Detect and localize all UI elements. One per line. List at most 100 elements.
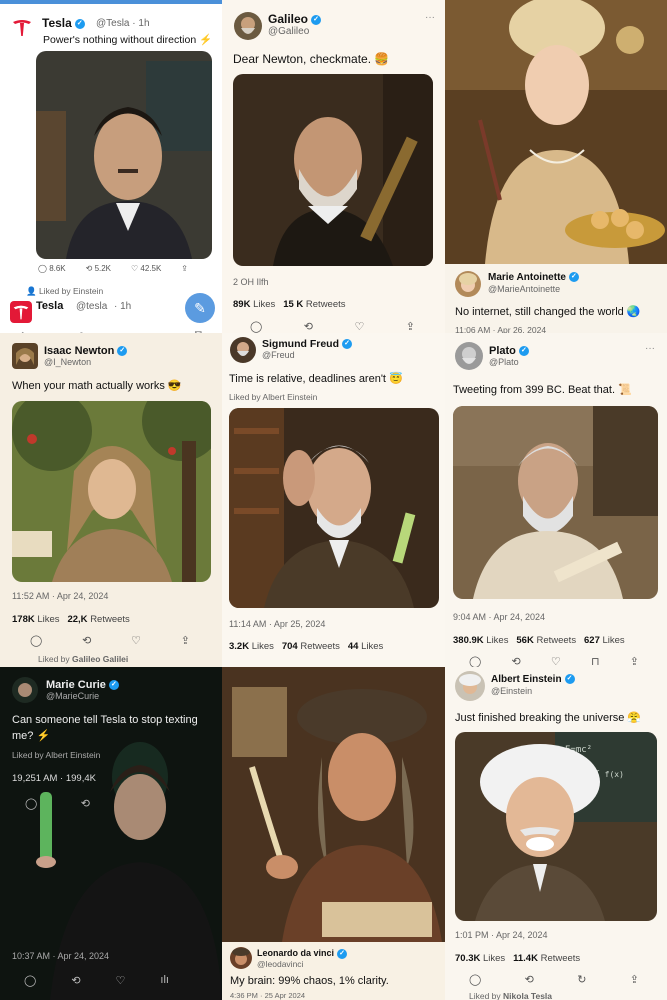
- einstein-handle: @Einstein: [491, 686, 533, 696]
- galileo-name[interactable]: Galileo: [268, 12, 308, 26]
- plato-avatar[interactable]: [455, 342, 483, 370]
- tesla-liked-by: 👤 Liked by Einstein: [26, 286, 104, 296]
- curie-post: Marie Curie ✓ @MarieCurie Can someone tel…: [0, 667, 222, 1000]
- freud-avatar[interactable]: [230, 337, 256, 363]
- verified-icon: ✓: [518, 346, 529, 357]
- reply-icon[interactable]: ◯: [469, 973, 481, 986]
- share-icon[interactable]: ⇪: [630, 973, 639, 986]
- plato-post: Plato ✓ @Plato ··· Tweeting from 399 BC. …: [445, 333, 667, 667]
- tesla-repost-name[interactable]: Tesla: [36, 300, 63, 312]
- like-icon[interactable]: ♡: [131, 634, 141, 647]
- antoinette-avatar[interactable]: [455, 271, 481, 297]
- retweet-icon[interactable]: ⟲ 5.2K: [86, 264, 111, 273]
- compose-fab-button[interactable]: ✎: [185, 293, 215, 323]
- antoinette-name[interactable]: Marie Antoinette: [488, 272, 566, 283]
- curie-time: 10:37 AM · Apr 24, 2024: [12, 951, 110, 961]
- newton-liked-by: Liked by Galileo Galilei: [38, 654, 129, 664]
- newton-name[interactable]: Isaac Newton: [44, 345, 114, 357]
- galileo-handle: @Galileo: [268, 26, 310, 37]
- einstein-action-bar: ◯ ⟲ ↻ ⇪: [469, 973, 639, 986]
- reply-icon[interactable]: ◯: [25, 797, 37, 810]
- more-options-icon[interactable]: ···: [645, 343, 655, 354]
- freud-name[interactable]: Sigmund Freud: [262, 338, 339, 350]
- like-icon[interactable]: ♡: [116, 974, 126, 987]
- tesla-name[interactable]: Tesla: [42, 16, 72, 30]
- curie-avatar[interactable]: [12, 677, 38, 703]
- bookmark-icon[interactable]: ⊓: [591, 655, 600, 667]
- einstein-photo[interactable]: E=mc² ∫ f(x): [455, 732, 657, 921]
- einstein-post: Albert Einstein ✓ @Einstein Just finished…: [445, 667, 667, 1000]
- tesla-logo-avatar[interactable]: [10, 16, 34, 40]
- reply-icon[interactable]: ◯: [24, 974, 36, 987]
- share-icon[interactable]: ⇪: [181, 264, 188, 273]
- retweet-icon[interactable]: ⟲: [525, 973, 534, 986]
- verified-icon: ✓: [342, 339, 352, 350]
- newton-post: Isaac Newton ✓ @I_Newton When your math a…: [0, 333, 222, 667]
- tesla-handle: @Tesla · 1h: [96, 18, 150, 29]
- freud-photo[interactable]: [229, 408, 439, 608]
- davinci-post: Leonardo da vinci ✓ @leodavinci My brain:…: [222, 667, 445, 1000]
- verified-icon: ✓: [117, 346, 128, 357]
- plato-photo[interactable]: [453, 406, 658, 599]
- share-icon[interactable]: ⇪: [630, 655, 639, 667]
- einstein-text: Just finished breaking the universe 😤: [455, 712, 642, 724]
- einstein-name[interactable]: Albert Einstein: [491, 674, 562, 685]
- retweet-icon[interactable]: ⟲: [71, 974, 80, 987]
- freud-liked-by: Liked by Albert Einstein: [229, 392, 318, 402]
- like-icon[interactable]: ♡: [551, 655, 561, 667]
- tesla-repost-avatar[interactable]: [10, 301, 32, 323]
- antoinette-time: 11:06 AM · Apr 26, 2024: [455, 325, 547, 333]
- retweet-icon[interactable]: ⟲: [81, 797, 90, 810]
- newton-action-bar: ◯ ⟲ ♡ ⇪: [30, 634, 190, 647]
- like-icon[interactable]: ♡: [354, 320, 364, 333]
- freud-time: 11:14 AM · Apr 25, 2024: [229, 619, 326, 629]
- plato-text: Tweeting from 399 BC. Beat that. 📜: [453, 384, 632, 396]
- stats-icon[interactable]: ılı: [160, 974, 169, 987]
- curie-stats: 19,251 AM · 199,4K: [12, 773, 96, 784]
- newton-avatar[interactable]: [12, 343, 38, 369]
- curie-action-bar: ◯ ⟲ ♡ ılı: [24, 974, 169, 987]
- retweet-icon[interactable]: ⟲: [512, 655, 521, 667]
- plato-name[interactable]: Plato: [489, 345, 516, 357]
- newton-handle: @I_Newton: [44, 357, 92, 367]
- plato-time: 9:04 AM · Apr 24, 2024: [453, 612, 546, 622]
- reply-icon[interactable]: ◯: [30, 634, 42, 647]
- galileo-text: Dear Newton, checkmate. 🍔: [233, 52, 390, 66]
- curie-name[interactable]: Marie Curie: [46, 679, 106, 691]
- tesla-photo[interactable]: [36, 51, 212, 259]
- share-icon[interactable]: ⇪: [406, 320, 415, 333]
- tesla-repost-time: · 1h: [114, 301, 132, 312]
- antoinette-photo[interactable]: [445, 0, 667, 264]
- galileo-time: 2 OH Ilfh: [233, 277, 269, 287]
- davinci-name[interactable]: Leonardo da vinci: [257, 948, 334, 958]
- plato-handle: @Plato: [489, 357, 519, 367]
- refresh-icon[interactable]: ↻: [577, 973, 586, 986]
- plato-action-bar: ◯ ⟲ ♡ ⊓ ⇪: [469, 655, 639, 667]
- retweet-icon[interactable]: ⟲: [82, 634, 91, 647]
- einstein-stats: 70.3K Likes 11.4K Retweets: [455, 953, 581, 964]
- newton-time: 11:52 AM · Apr 24, 2024: [12, 591, 109, 601]
- share-icon[interactable]: ⇪: [181, 634, 190, 647]
- like-icon[interactable]: ♡ 42.5K: [131, 264, 161, 273]
- meme-collage: Tesla ✓ @Tesla · 1h Power's nothing witho…: [0, 0, 667, 1000]
- galileo-photo[interactable]: [233, 74, 433, 266]
- retweet-icon[interactable]: ⟲: [304, 320, 313, 333]
- newton-photo[interactable]: [12, 401, 211, 582]
- reply-icon[interactable]: ◯: [250, 320, 262, 333]
- einstein-time: 1:01 PM · Apr 24, 2024: [455, 930, 548, 940]
- newton-text: When your math actually works 😎: [12, 380, 182, 392]
- tesla-action-bar: ◯ 8.6K ⟲ 5.2K ♡ 42.5K ⇪: [38, 264, 188, 273]
- reply-icon[interactable]: ◯ 8.6K: [38, 264, 66, 273]
- more-options-icon[interactable]: ···: [425, 12, 435, 23]
- davinci-handle: @leodavinci: [257, 959, 304, 969]
- davinci-photo[interactable]: [222, 667, 445, 942]
- einstein-avatar[interactable]: [455, 671, 485, 701]
- davinci-avatar[interactable]: [230, 947, 252, 969]
- tesla-text: Power's nothing without direction ⚡: [43, 34, 213, 46]
- curie-text-line2: me? ⚡: [12, 730, 51, 742]
- plato-stats: 380.9K Likes 56K Retweets 627 Likes: [453, 635, 625, 646]
- galileo-avatar[interactable]: [234, 12, 262, 40]
- curie-text-line1: Can someone tell Tesla to stop texting: [12, 714, 198, 726]
- verified-icon: ✓: [311, 14, 322, 25]
- reply-icon[interactable]: ◯: [469, 655, 481, 667]
